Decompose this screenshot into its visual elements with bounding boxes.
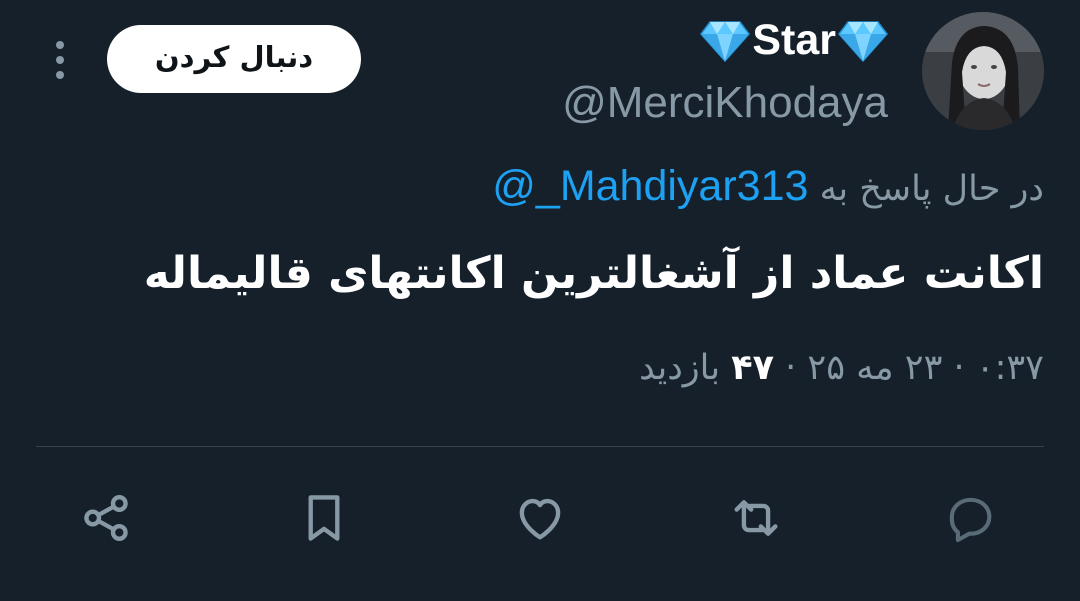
tweet-meta: ۰:۳۷ · ۲۳ مه ۲۵ · ۴۷ بازدید [639,348,1044,388]
diamond-icon [838,20,888,62]
views-label: بازدید [639,348,721,388]
like-icon [519,498,561,540]
reply-button[interactable] [934,482,1006,554]
diamond-icon [700,20,751,62]
retweet-icon [734,500,778,536]
views-count[interactable]: ۴۷ [731,348,774,388]
tweet-time[interactable]: ۰:۳۷ [976,348,1044,388]
tweet-text: اکانت عماد از آشغالترین اکانتهای قالیمال… [143,248,1044,299]
replying-to: در حال پاسخ به @_Mahdiyar313 [492,162,1044,211]
share-button[interactable] [70,482,142,554]
separator: · [785,348,797,388]
user-handle[interactable]: @MerciKhodaya [562,78,888,128]
like-button[interactable] [504,482,576,554]
separator: · [953,348,965,388]
reply-icon [949,497,992,543]
retweet-button[interactable] [720,482,792,554]
divider [36,446,1044,447]
display-name-text: Star [752,16,836,64]
avatar-image [922,12,1044,130]
bookmark-icon [308,495,340,541]
display-name[interactable]: Star [700,16,888,65]
follow-button[interactable]: دنبال کردن [107,25,361,93]
share-icon [84,495,128,541]
tweet-date[interactable]: ۲۳ مه ۲۵ [807,348,942,388]
bookmark-button[interactable] [288,482,360,554]
replying-to-mention[interactable]: @_Mahdiyar313 [492,162,808,210]
more-options-icon[interactable] [44,38,76,82]
replying-to-label: در حال پاسخ به [819,169,1044,209]
avatar[interactable] [922,12,1044,130]
